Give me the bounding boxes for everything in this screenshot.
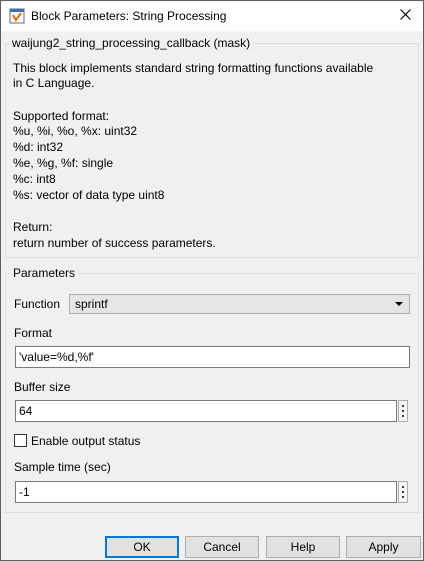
chevron-down-icon: [394, 298, 404, 310]
buffer-size-options-button[interactable]: [398, 400, 408, 422]
description-line: This block implements standard string fo…: [13, 61, 374, 75]
ok-button[interactable]: OK: [105, 536, 179, 558]
help-button-label: Help: [290, 540, 316, 554]
description-line: %c: int8: [13, 172, 56, 186]
function-label: Function: [14, 297, 61, 311]
description-line: %u, %i, %o, %x: uint32: [13, 124, 138, 138]
close-icon: [399, 9, 411, 23]
format-value: 'value=%d,%f': [19, 350, 94, 364]
more-options-icon: [399, 486, 407, 505]
description-line: Supported format:: [13, 109, 110, 123]
description-line: in C Language.: [13, 76, 95, 90]
buffer-size-value: 64: [19, 404, 33, 418]
close-button[interactable]: [387, 1, 423, 31]
cancel-button[interactable]: Cancel: [185, 536, 259, 558]
description-line: return number of success parameters.: [13, 236, 216, 250]
format-label: Format: [14, 326, 53, 340]
description-line: %d: int32: [13, 140, 64, 154]
simulink-icon: [9, 8, 25, 24]
sample-time-label: Sample time (sec): [14, 460, 111, 474]
apply-button-label: Apply: [368, 540, 399, 554]
enable-output-status-label[interactable]: Enable output status: [31, 434, 140, 448]
title-bar[interactable]: Block Parameters: String Processing: [1, 1, 423, 31]
cancel-button-label: Cancel: [203, 540, 241, 554]
sample-time-field[interactable]: -1: [15, 481, 397, 503]
buffer-size-field[interactable]: 64: [15, 400, 397, 422]
help-button[interactable]: Help: [266, 536, 340, 558]
function-value: sprintf: [75, 297, 108, 311]
block-parameters-dialog: Block Parameters: String Processing waij…: [0, 0, 424, 561]
description-line: Return:: [13, 220, 53, 234]
description-line: %e, %g, %f: single: [13, 156, 114, 170]
enable-output-status-checkbox[interactable]: [14, 434, 27, 447]
function-dropdown[interactable]: sprintf: [69, 294, 410, 314]
format-field[interactable]: 'value=%d,%f': [15, 346, 410, 368]
sample-time-value: -1: [19, 485, 30, 499]
ok-button-label: OK: [133, 540, 151, 554]
buffer-size-label: Buffer size: [14, 380, 71, 394]
sample-time-options-button[interactable]: [398, 481, 408, 503]
window-title: Block Parameters: String Processing: [31, 9, 227, 23]
more-options-icon: [399, 405, 407, 424]
parameters-legend: Parameters: [10, 266, 79, 280]
apply-button[interactable]: Apply: [346, 536, 421, 558]
description-line: %s: vector of data type uint8: [13, 188, 165, 202]
mask-legend: waijung2_string_processing_callback (mas…: [9, 36, 254, 50]
